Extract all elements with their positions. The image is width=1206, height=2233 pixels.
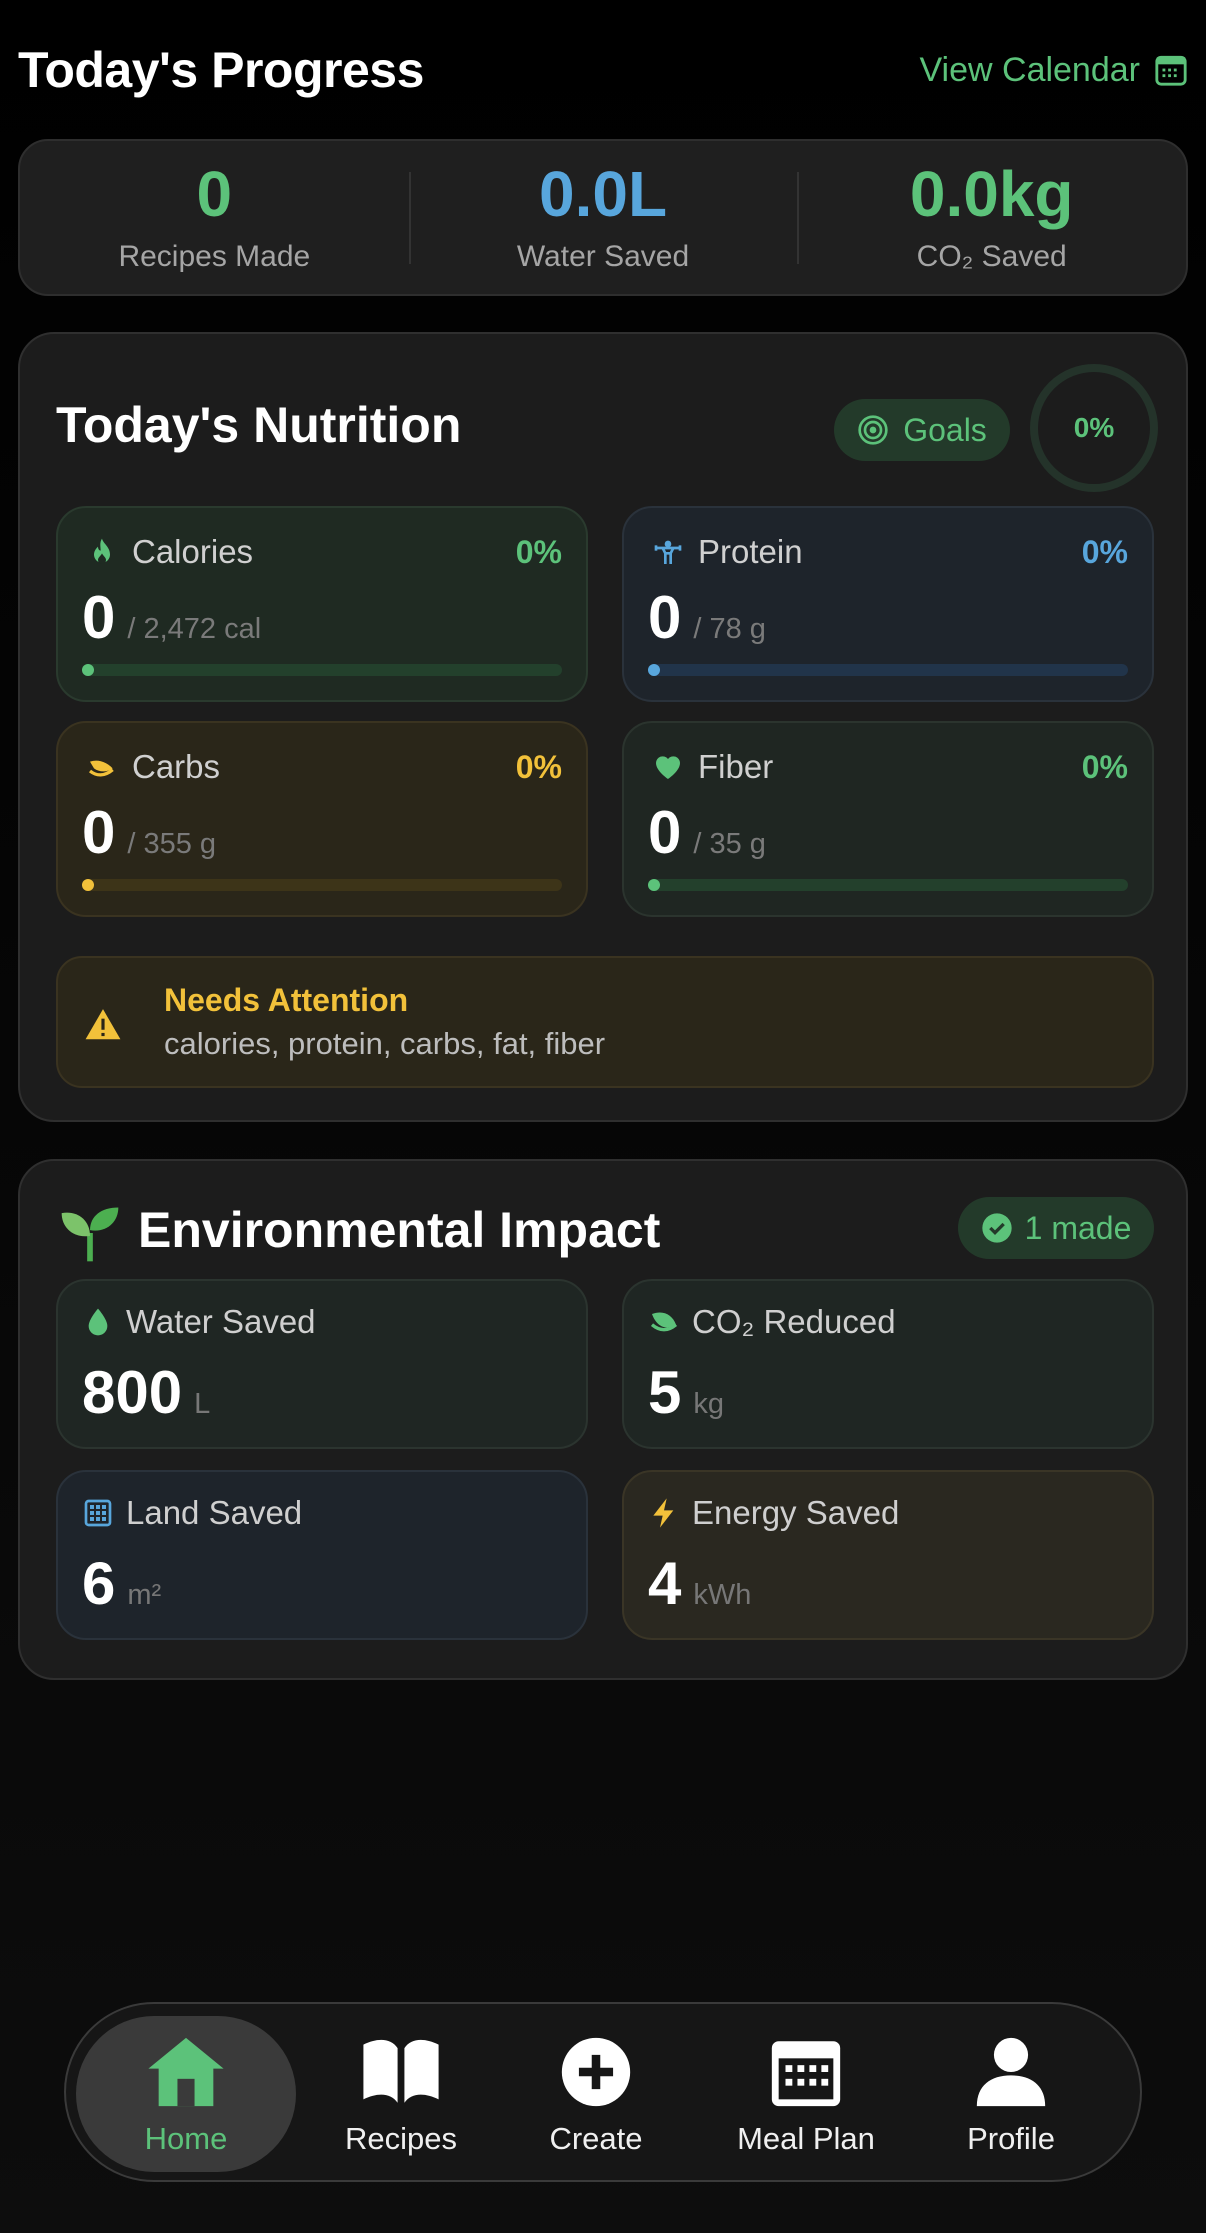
energy-saved-tile: Energy Saved 4 kWh: [622, 1470, 1154, 1640]
stat-value: 0: [196, 157, 233, 230]
tile-goal: / 35 g: [693, 828, 766, 860]
heart-icon: [648, 747, 688, 787]
bolt-icon: [653, 1498, 674, 1528]
tile-value: 800: [82, 1359, 183, 1426]
tile-value: 0: [648, 799, 682, 866]
view-calendar-link[interactable]: View Calendar: [919, 51, 1188, 90]
co2-reduced-tile: CO₂ Reduced 5 kg: [622, 1279, 1154, 1449]
stat-water-saved: 0.0L Water Saved: [408, 157, 798, 274]
environment-title: Environmental Impact: [138, 1202, 661, 1258]
bottom-navigation: Home Recipes Create Meal Plan Profile: [64, 2002, 1142, 2182]
nav-create[interactable]: Create: [516, 2016, 676, 2172]
tile-name: Calories: [132, 533, 254, 570]
overall-progress-ring: 0%: [1030, 364, 1158, 492]
plus-circle-icon: [561, 2037, 631, 2107]
tile-value: 0: [82, 799, 116, 866]
protein-tile[interactable]: Protein 0% 0 / 78 g: [622, 506, 1154, 702]
stat-co2-saved: 0.0kg CO₂ Saved: [797, 162, 1186, 274]
tile-name: Land Saved: [126, 1494, 303, 1531]
nav-label: Home: [144, 2121, 228, 2156]
tile-percent: 0%: [515, 748, 562, 785]
tile-name: Energy Saved: [692, 1494, 900, 1531]
tile-percent: 0%: [515, 533, 562, 570]
book-icon: [363, 2039, 439, 2103]
protein-progress-bar: [648, 664, 1128, 676]
tile-name: Water Saved: [126, 1303, 316, 1340]
carbs-progress-bar: [82, 879, 562, 891]
fiber-tile[interactable]: Fiber 0% 0 / 35 g: [622, 721, 1154, 917]
carbs-tile[interactable]: Carbs 0% 0 / 355 g: [56, 721, 588, 917]
overall-percent: 0%: [1073, 412, 1115, 443]
attention-title: Needs Attention: [164, 982, 409, 1018]
tile-value: 0: [648, 584, 682, 651]
warning-icon: [85, 1009, 121, 1040]
tile-value: 0: [82, 584, 116, 651]
stat-value: 0.0kg: [909, 157, 1074, 230]
tile-value: 4: [648, 1550, 682, 1617]
progress-stats: 0 Recipes Made 0.0L Water Saved 0.0kg CO…: [18, 139, 1188, 296]
nutrition-title: Today's Nutrition: [56, 397, 462, 453]
page-title: Today's Progress: [18, 42, 424, 98]
tile-unit: m²: [127, 1579, 162, 1611]
water-drop-icon: [88, 1308, 108, 1336]
wheat-icon: [82, 747, 122, 787]
land-saved-tile: Land Saved 6 m²: [56, 1470, 588, 1640]
tile-name: Fiber: [698, 748, 774, 785]
view-calendar-label: View Calendar: [919, 50, 1140, 89]
nav-profile[interactable]: Profile: [926, 2016, 1096, 2172]
fiber-progress-bar: [648, 879, 1128, 891]
water-saved-tile: Water Saved 800 L: [56, 1279, 588, 1449]
stat-label: Recipes Made: [118, 239, 311, 273]
check-circle-icon: [981, 1213, 1012, 1243]
header: Today's Progress View Calendar: [18, 30, 1188, 110]
flame-icon: [82, 532, 122, 572]
calories-progress-bar: [82, 664, 562, 676]
stat-label: Water Saved: [516, 239, 690, 273]
tile-name: Protein: [698, 533, 803, 570]
attention-text: calories, protein, carbs, fat, fiber: [164, 1026, 606, 1061]
person-icon: [976, 2037, 1046, 2107]
calories-tile[interactable]: Calories 0% 0 / 2,472 cal: [56, 506, 588, 702]
calendar-icon: [771, 2041, 841, 2107]
grid-icon: [84, 1499, 112, 1527]
home-icon: [148, 2037, 224, 2107]
made-count-label: 1 made: [1024, 1209, 1132, 1246]
nav-label: Meal Plan: [737, 2121, 875, 2156]
tile-unit: kWh: [693, 1579, 752, 1611]
tile-percent: 0%: [1081, 533, 1128, 570]
nutrition-card: Today's Nutrition Goals 0% Calories 0% 0…: [18, 332, 1188, 1122]
leaf-icon: [650, 1312, 678, 1332]
weightlifter-icon: [648, 532, 688, 572]
stat-value: 0.0L: [538, 157, 668, 230]
goals-button[interactable]: Goals: [834, 399, 1010, 461]
nav-label: Profile: [967, 2121, 1055, 2156]
tile-name: CO₂ Reduced: [692, 1303, 896, 1340]
calendar-icon: [1155, 55, 1187, 86]
tile-percent: 0%: [1081, 748, 1128, 785]
stat-label: CO₂ Saved: [916, 239, 1067, 273]
nav-label: Create: [549, 2121, 643, 2156]
nav-label: Recipes: [345, 2121, 457, 2156]
target-icon: [858, 415, 888, 445]
tile-goal: / 355 g: [127, 828, 217, 860]
made-count-badge: 1 made: [958, 1197, 1154, 1259]
stat-recipes-made: 0 Recipes Made: [20, 162, 409, 274]
tile-name: Carbs: [132, 748, 221, 785]
tile-goal: / 78 g: [693, 613, 766, 645]
tile-value: 5: [648, 1359, 682, 1426]
tile-goal: / 2,472 cal: [127, 613, 262, 645]
nav-home[interactable]: Home: [76, 2016, 296, 2172]
tile-unit: kg: [693, 1388, 725, 1420]
tile-value: 6: [82, 1550, 116, 1617]
sprout-icon: [61, 1207, 119, 1262]
needs-attention-alert: Needs Attention calories, protein, carbs…: [56, 956, 1154, 1088]
goals-label: Goals: [903, 411, 987, 448]
nav-recipes[interactable]: Recipes: [316, 2016, 486, 2172]
environmental-impact-card: Environmental Impact 1 made Water Saved …: [18, 1159, 1188, 1680]
nav-meal-plan[interactable]: Meal Plan: [706, 2016, 906, 2172]
tile-unit: L: [194, 1388, 211, 1420]
